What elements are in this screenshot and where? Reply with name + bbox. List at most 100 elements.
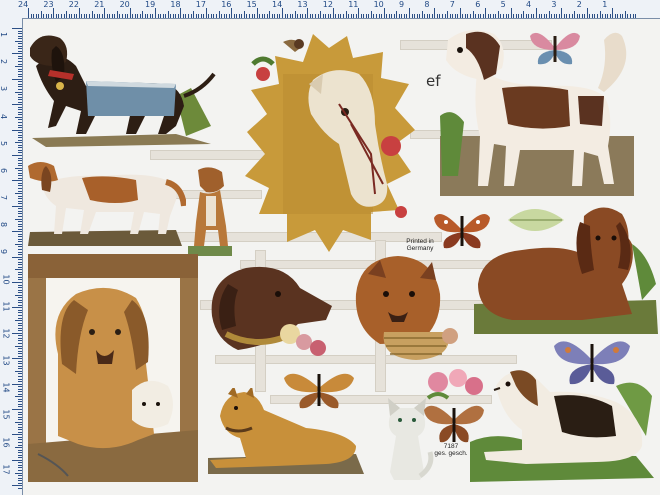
ruler-tick (271, 14, 273, 18)
ruler-tick (18, 335, 22, 337)
ruler-tick (18, 81, 22, 83)
ruler-tick (18, 436, 22, 438)
ruler-tick (18, 271, 22, 273)
ruler-tick (18, 190, 22, 192)
ruler-tick (127, 14, 129, 18)
ruler-number: 24 (18, 0, 29, 9)
ruler-tick (363, 14, 365, 18)
ruler-tick (106, 14, 108, 18)
ruler-tick (12, 459, 22, 461)
ruler-tick (86, 14, 88, 18)
ruler-tick (18, 114, 22, 116)
ruler-tick (18, 482, 22, 484)
ruler-tick (99, 14, 101, 18)
ruler-tick (243, 11, 245, 18)
ruler-tick (454, 14, 456, 18)
ruler-tick (18, 416, 22, 418)
ruler-tick (515, 14, 517, 18)
ruler-tick (101, 14, 103, 18)
ruler-tick (320, 11, 322, 18)
ruler-tick (147, 14, 149, 18)
ruler-tick (571, 14, 573, 18)
ruler-number: 16 (1, 437, 11, 448)
ruler-tick (576, 14, 578, 18)
ruler-tick (18, 327, 22, 329)
ruler-tick (157, 14, 159, 18)
ruler-tick (18, 266, 22, 268)
ruler-tick (40, 11, 42, 18)
ruler-tick (569, 14, 571, 18)
ruler-tick (236, 14, 238, 18)
ruler-tick (18, 350, 22, 352)
ruler-tick (15, 116, 22, 118)
top-ruler: 24 23 22 21 20 19 18 17 16 15 14 13 12 11 10 9 8 7 6 5 4 3 2 1 (0, 0, 660, 19)
ruler-tick (12, 256, 22, 258)
ruler-tick (472, 11, 474, 18)
ruler-tick (269, 11, 271, 18)
ruler-tick (38, 14, 40, 18)
ruler-tick (81, 14, 83, 18)
ruler-tick (18, 33, 22, 35)
ruler-tick (284, 14, 286, 18)
ruler-tick (18, 208, 22, 210)
ruler-number: 17 (195, 0, 206, 9)
ruler-tick (12, 155, 22, 156)
ruler-tick (251, 14, 253, 18)
ruler-tick (274, 14, 276, 18)
ruler-tick (170, 14, 172, 18)
ruler-tick (18, 233, 22, 235)
ruler-tick (132, 14, 134, 18)
ruler-tick (459, 8, 461, 18)
ruler-number: 11 (1, 301, 11, 312)
ruler-tick (68, 14, 70, 18)
ruler-tick (332, 8, 334, 18)
ruler-tick (18, 121, 22, 123)
ruler-tick (563, 14, 565, 18)
ruler-tick (177, 14, 179, 18)
ruler-tick (424, 14, 426, 18)
ruler-number: 3 (551, 0, 557, 9)
ruler-tick (416, 14, 418, 18)
ruler-tick (18, 88, 22, 90)
puppy-sitting-scrap (188, 167, 232, 256)
ruler-tick (520, 14, 522, 18)
ruler-number: 14 (272, 0, 283, 9)
ruler-tick (12, 383, 22, 385)
ruler-tick (15, 345, 22, 347)
ruler-tick (619, 14, 621, 18)
ruler-tick (548, 11, 550, 18)
ruler-tick (43, 14, 45, 18)
ruler-tick (365, 14, 367, 18)
ruler-tick (254, 14, 256, 18)
ruler-tick (48, 14, 50, 18)
ruler-tick (241, 14, 243, 18)
ruler-tick (124, 14, 126, 18)
ruler-tick (322, 14, 324, 18)
ruler-tick (15, 66, 22, 68)
ruler-tick (18, 304, 22, 306)
ruler-number: 14 (1, 382, 11, 393)
ruler-number: 5 (0, 141, 8, 146)
ruler-tick (18, 185, 22, 187)
ruler-tick (581, 14, 583, 18)
ruler-tick (18, 63, 22, 65)
ruler-tick (114, 14, 116, 18)
ruler-tick (302, 14, 304, 18)
ruler-tick (18, 464, 22, 466)
ruler-tick (18, 284, 22, 286)
ruler-tick (18, 48, 22, 50)
ruler-tick (200, 14, 202, 18)
ruler-tick (15, 396, 22, 398)
ruler-tick (327, 14, 329, 18)
ruler-tick (309, 14, 311, 18)
ruler-tick (18, 330, 22, 332)
ruler-tick (18, 157, 22, 159)
ruler-tick (121, 14, 123, 18)
ruler-tick (439, 14, 441, 18)
ruler-tick (355, 14, 357, 18)
ruler-tick (18, 160, 22, 162)
ruler-tick (167, 11, 169, 18)
ruler-tick (444, 14, 446, 18)
ruler-tick (622, 14, 624, 18)
ruler-tick (18, 139, 22, 141)
